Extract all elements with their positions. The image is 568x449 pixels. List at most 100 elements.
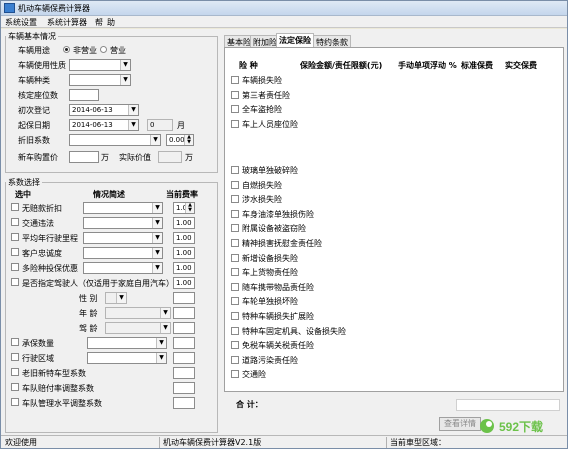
col-float: 手动单项浮动 % xyxy=(398,61,457,70)
coverage-label: 自燃损失险 xyxy=(242,180,282,190)
region-rate[interactable] xyxy=(173,352,195,364)
age-label: 年 龄 xyxy=(79,309,98,318)
discount-select[interactable]: ▼ xyxy=(69,134,161,146)
cb-coverage[interactable] xyxy=(231,195,239,204)
cb-coverage[interactable] xyxy=(231,253,239,262)
loyalty-rate[interactable]: 1.00 xyxy=(173,247,195,259)
cb-coverage[interactable] xyxy=(231,355,239,364)
price-input[interactable] xyxy=(69,151,99,163)
cb-coverage[interactable] xyxy=(231,119,239,128)
count-rate[interactable] xyxy=(173,337,195,349)
menu-help-2[interactable]: 助 xyxy=(107,17,115,28)
loyalty-select[interactable]: ▼ xyxy=(83,247,163,259)
chevron-down-icon: ▼ xyxy=(128,105,138,115)
cb-coverage[interactable] xyxy=(231,166,239,174)
chevron-down-icon: ▼ xyxy=(120,75,130,85)
driver-rate[interactable]: 1.00 xyxy=(173,277,195,289)
traffic-rate[interactable]: 1.00 xyxy=(173,217,195,229)
cb-old-model[interactable] xyxy=(11,368,19,376)
watermark-text: 592下载 xyxy=(499,419,543,434)
month-unit: 月 xyxy=(177,121,185,130)
cb-coverage[interactable] xyxy=(231,312,239,320)
vehicle-type-select[interactable]: ▼ xyxy=(69,74,131,86)
coverage-label: 随车携带物品责任险 xyxy=(242,282,314,292)
radio-noncommercial[interactable] xyxy=(63,46,70,53)
old-model-rate[interactable] xyxy=(173,367,195,379)
cb-coverage[interactable] xyxy=(231,282,239,291)
fleet-mgmt-rate[interactable] xyxy=(173,397,195,409)
cb-traffic[interactable] xyxy=(11,218,19,226)
count-select[interactable]: ▼ xyxy=(87,337,167,349)
title-bar: 机动车辆保费计算器 xyxy=(1,1,567,16)
first-reg-label: 初次登记 xyxy=(18,106,50,115)
age-rate[interactable] xyxy=(173,307,195,319)
discount-label: 折旧系数 xyxy=(18,136,50,145)
cb-fleet-loss[interactable] xyxy=(11,383,19,391)
cb-coverage[interactable] xyxy=(231,239,239,247)
mileage-rate[interactable]: 1.00 xyxy=(173,232,195,244)
cb-coverage[interactable] xyxy=(231,341,239,350)
gender-rate[interactable] xyxy=(173,292,195,304)
cb-region[interactable] xyxy=(11,353,19,361)
driving-years-rate[interactable] xyxy=(173,322,195,334)
cb-coverage[interactable] xyxy=(231,268,239,277)
month-spinner[interactable]: 0 xyxy=(147,119,173,131)
no-claim-rate[interactable]: 1.00 ▲ ▼ xyxy=(173,202,195,214)
chevron-down-icon: ▼ xyxy=(128,120,138,130)
region-select[interactable]: ▼ xyxy=(87,352,167,364)
cb-coverage[interactable] xyxy=(231,297,239,306)
coverage-label: 特种车固定机具、设备损失险 xyxy=(242,326,346,336)
radio-commercial[interactable] xyxy=(100,46,107,53)
tab-special[interactable]: 特约条款 xyxy=(313,35,351,47)
vehicle-nature-select[interactable]: ▼ xyxy=(69,59,131,71)
mileage-select[interactable]: ▼ xyxy=(83,232,163,244)
multi-select[interactable]: ▼ xyxy=(83,262,163,274)
coef-region-label: 行驶区域 xyxy=(22,354,54,363)
first-reg-value: 2014-06-13 xyxy=(72,106,113,114)
chevron-down-icon: ▼ xyxy=(116,293,126,303)
seats-input[interactable] xyxy=(69,89,99,101)
menu-help[interactable]: 帮 xyxy=(95,17,103,28)
cb-coverage[interactable] xyxy=(231,370,239,379)
status-mid: 机动车辆保费计算器V2.1版 xyxy=(163,438,262,447)
traffic-rate-value: 1.00 xyxy=(176,219,192,227)
menu-calculator[interactable]: 系统计算器 xyxy=(47,17,87,28)
chevron-down-icon: ▼ xyxy=(152,248,162,258)
coverage-label: 车上人员座位险 xyxy=(242,119,298,129)
start-date-value: 2014-06-13 xyxy=(72,121,113,129)
first-reg-date[interactable]: 2014-06-13 ▼ xyxy=(69,104,139,116)
cb-count[interactable] xyxy=(11,338,19,346)
cb-no-claim[interactable] xyxy=(11,203,19,211)
traffic-select[interactable]: ▼ xyxy=(83,217,163,229)
view-detail-button[interactable]: 查看详情 xyxy=(439,417,481,431)
discount-spinner[interactable]: 0.00 ▲ ▼ xyxy=(166,134,194,146)
menu-system-settings[interactable]: 系统设置 xyxy=(5,17,37,28)
cb-coverage[interactable] xyxy=(231,105,239,113)
fleet-loss-rate[interactable] xyxy=(173,382,195,394)
cb-coverage[interactable] xyxy=(231,209,239,218)
coef-header-select: 选中 xyxy=(15,190,31,199)
cb-mileage[interactable] xyxy=(11,233,19,241)
cb-multi[interactable] xyxy=(11,263,19,271)
vehicle-nature-label: 车辆使用性质 xyxy=(18,61,66,70)
cb-fleet-mgmt[interactable] xyxy=(11,398,19,406)
coverage-label: 精神损害抚慰金责任险 xyxy=(242,239,322,248)
watermark-logo-icon: 592下载 xyxy=(480,419,543,434)
cb-driver[interactable] xyxy=(11,278,19,286)
cb-coverage[interactable] xyxy=(231,90,239,99)
cb-coverage[interactable] xyxy=(231,224,239,233)
coverage-label: 涉水损失险 xyxy=(242,195,282,205)
tab-statutory[interactable]: 法定保险 xyxy=(276,33,314,47)
no-claim-select[interactable]: ▼ xyxy=(83,202,163,214)
cb-loyalty[interactable] xyxy=(11,248,19,256)
vehicle-type-label: 车辆种类 xyxy=(18,76,50,85)
menu-bar: 系统设置 系统计算器 帮 助 xyxy=(1,16,567,28)
col-amount: 保险金额/责任限额(元) xyxy=(300,61,383,70)
cb-coverage[interactable] xyxy=(231,180,239,189)
cb-coverage[interactable] xyxy=(231,76,239,84)
coverage-label: 附属设备被盗窃险 xyxy=(242,224,306,234)
cb-coverage[interactable] xyxy=(231,326,239,335)
multi-rate[interactable]: 1.00 xyxy=(173,262,195,274)
coef-count-label: 承保数量 xyxy=(22,339,54,348)
start-date[interactable]: 2014-06-13 ▼ xyxy=(69,119,139,131)
